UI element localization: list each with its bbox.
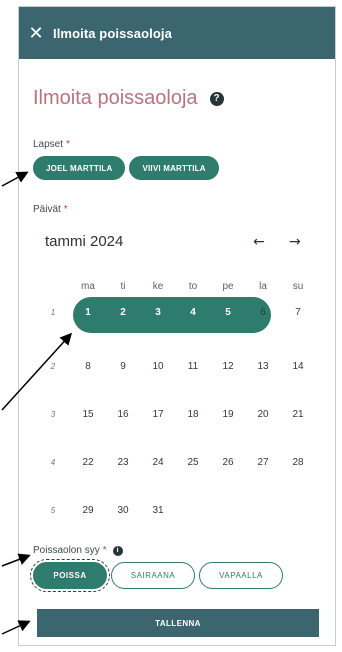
absence-reason-options: POISSA SAIRAANA VAPAALLA	[30, 559, 283, 592]
month-navigation: tammi 2024 ← →	[45, 233, 321, 250]
close-icon[interactable]: ✕	[19, 7, 53, 59]
required-mark: *	[66, 139, 70, 150]
week-number: 2	[50, 362, 56, 371]
day-cell[interactable]: 15	[76, 409, 100, 420]
days-label-text: Päivät	[33, 204, 61, 215]
reason-option-vapaalla[interactable]: VAPAALLA	[199, 562, 283, 589]
prev-month-arrow-icon[interactable]: ←	[253, 234, 265, 250]
day-cell[interactable]: 3	[146, 307, 170, 318]
day-cell[interactable]: 19	[216, 409, 240, 420]
day-cell[interactable]: 14	[286, 361, 310, 372]
week-number: 3	[50, 410, 56, 419]
day-cell[interactable]: 9	[111, 361, 135, 372]
day-cell[interactable]: 21	[286, 409, 310, 420]
week-number: 4	[50, 458, 56, 467]
days-label: Päivät *	[33, 204, 68, 215]
help-icon[interactable]: ?	[209, 91, 224, 106]
day-cell[interactable]: 2	[111, 307, 135, 318]
reason-option-sairaana[interactable]: SAIRAANA	[111, 562, 195, 589]
page-heading: Ilmoita poissaoloja ?	[33, 87, 224, 110]
children-chips: JOEL MARTTILA VIIVI MARTTILA	[33, 156, 219, 180]
day-cell[interactable]: 27	[251, 457, 275, 468]
absence-reason-label-text: Poissaolon syy	[33, 545, 100, 556]
next-month-arrow-icon[interactable]: →	[289, 234, 301, 250]
day-cell[interactable]: 8	[76, 361, 100, 372]
day-cell[interactable]: 12	[216, 361, 240, 372]
form-content: Ilmoita poissaoloja ? Lapset * JOEL MARTT…	[30, 61, 321, 645]
day-cell[interactable]: 23	[111, 457, 135, 468]
reason-option-poissa[interactable]: POISSA	[30, 559, 110, 592]
required-mark: *	[63, 204, 68, 215]
children-label-text: Lapset	[33, 139, 64, 150]
week-row: 3 15 16 17 18 19 20 21	[33, 399, 333, 435]
weekday-su: su	[292, 281, 304, 292]
day-cell[interactable]: 20	[251, 409, 275, 420]
day-cell[interactable]: 13	[251, 361, 275, 372]
save-button[interactable]: TALLENNA	[37, 609, 319, 637]
day-cell[interactable]: 7	[286, 307, 310, 318]
week-row: 1 1 2 3 4 5 6 7	[33, 297, 333, 333]
child-chip-joel[interactable]: JOEL MARTTILA	[33, 156, 126, 180]
child-chip-viivi[interactable]: VIIVI MARTTILA	[129, 156, 219, 180]
selected-range-highlight	[73, 297, 271, 333]
absence-dialog: ✕ Ilmoita poissaoloja Ilmoita poissaoloj…	[18, 6, 336, 646]
week-row: 2 8 9 10 11 12 13 14	[33, 351, 333, 387]
day-cell[interactable]: 5	[216, 307, 240, 318]
day-cell[interactable]: 30	[111, 505, 135, 516]
weekday-ke: ke	[152, 281, 164, 292]
page-title: Ilmoita poissaoloja	[33, 87, 198, 109]
day-cell[interactable]: 18	[181, 409, 205, 420]
day-cell[interactable]: 17	[146, 409, 170, 420]
day-cell[interactable]: 31	[146, 505, 170, 516]
weekday-ti: ti	[120, 281, 126, 292]
weekday-ma: ma	[81, 281, 95, 292]
day-cell[interactable]: 26	[216, 457, 240, 468]
absence-reason-label: Poissaolon syy * i	[33, 545, 123, 556]
day-cell[interactable]: 28	[286, 457, 310, 468]
week-number: 5	[50, 506, 56, 515]
month-title: tammi 2024	[45, 233, 124, 250]
week-row: 4 22 23 24 25 26 27 28	[33, 447, 333, 483]
day-cell[interactable]: 1	[76, 307, 100, 318]
week-number: 1	[50, 308, 56, 317]
top-bar: ✕ Ilmoita poissaoloja	[19, 7, 335, 59]
required-mark: *	[102, 545, 107, 556]
day-cell[interactable]: 22	[76, 457, 100, 468]
day-cell[interactable]: 25	[181, 457, 205, 468]
day-cell[interactable]: 4	[181, 307, 205, 318]
week-row: 5 29 30 31	[33, 495, 333, 531]
day-cell[interactable]: 6	[251, 307, 275, 318]
weekday-pe: pe	[222, 281, 234, 292]
day-cell[interactable]: 24	[146, 457, 170, 468]
weekday-la: la	[259, 281, 267, 292]
weekday-to: to	[188, 281, 198, 292]
day-cell[interactable]: 16	[111, 409, 135, 420]
day-cell[interactable]: 29	[76, 505, 100, 516]
day-cell[interactable]: 11	[181, 361, 205, 372]
children-label: Lapset *	[33, 139, 70, 150]
top-bar-title: Ilmoita poissaoloja	[53, 25, 172, 41]
day-cell[interactable]: 10	[146, 361, 170, 372]
info-icon[interactable]: i	[112, 545, 123, 556]
